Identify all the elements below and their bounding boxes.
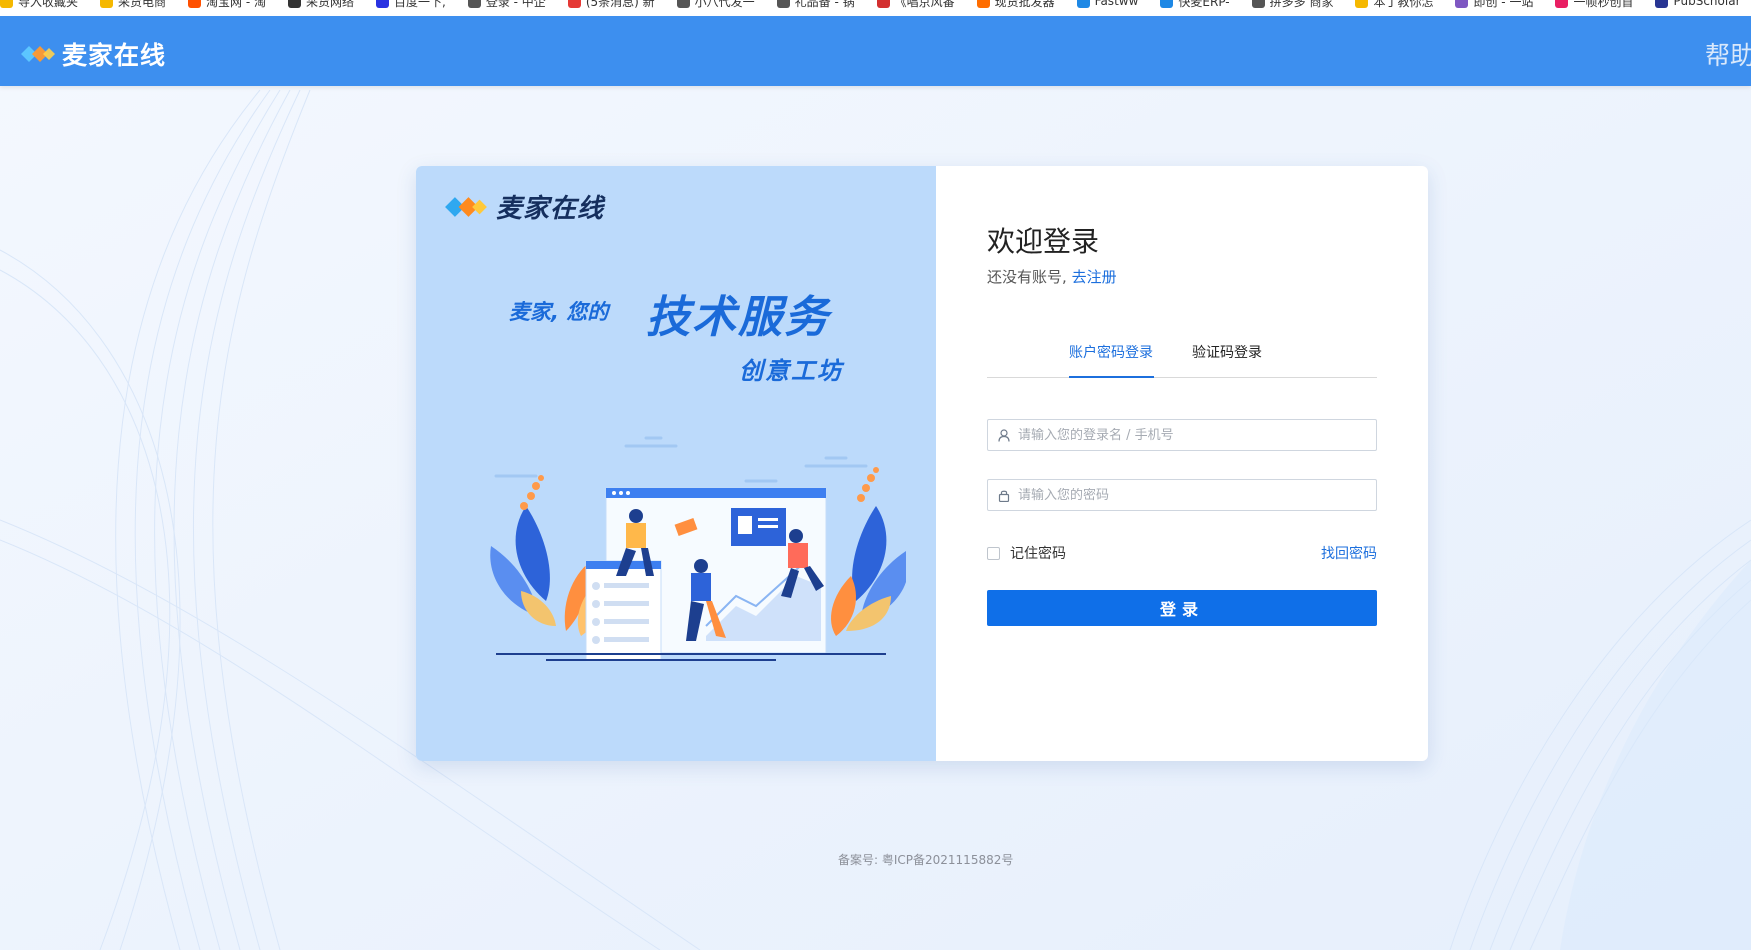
bookmark-label: 采货网络 <box>306 0 355 9</box>
bookmark-label: 拼多多 商家 <box>1269 0 1334 9</box>
bookmark-item[interactable]: 采货电商 <box>100 0 166 9</box>
bookmark-item[interactable]: PubScholar <box>1655 0 1741 9</box>
lock-icon <box>998 490 1010 502</box>
promo-panel: 麦家在线 麦家, 您的 技术服务 创意工坊 <box>416 166 936 761</box>
remember-checkbox[interactable] <box>987 546 1000 560</box>
bookmark-label: 一帧秒创首 <box>1573 0 1634 9</box>
bookmark-label: Fastww <box>1094 0 1139 8</box>
bookmark-favicon-icon <box>1355 0 1369 8</box>
bookmark-favicon-icon <box>1555 0 1569 8</box>
bookmark-item[interactable]: 淘宝网 - 淘 <box>188 0 266 9</box>
bookmark-label: (5条消息) 新 <box>585 0 655 9</box>
bookmark-item[interactable]: 拼多多 商家 <box>1251 0 1334 9</box>
bookmark-item[interactable]: (5条消息) 新 <box>567 0 655 9</box>
bookmark-label: 小八代发一 <box>694 0 755 9</box>
bookmark-favicon-icon <box>976 0 990 8</box>
bookmark-label: 百度一下, <box>394 0 446 9</box>
bookmark-label: 即创 - 一站 <box>1473 0 1534 9</box>
bookmark-item[interactable]: 百度一下, <box>376 0 446 9</box>
bookmarks-bar: 导入收藏夹 采货电商 淘宝网 - 淘 采货网络 百度一下, 登录 - 中企 (5条消息) 新… <box>0 0 1751 16</box>
password-input[interactable] <box>1018 487 1376 503</box>
login-form-panel: 欢迎登录 还没有账号, 去注册 账户密码登录 验证码登录 请输入您的登录名 / … <box>936 166 1428 761</box>
username-input[interactable] <box>1018 427 1376 443</box>
bookmark-item[interactable]: 即创 - 一站 <box>1455 0 1533 9</box>
slogan-small: 麦家, 您的 <box>509 300 609 324</box>
bookmark-favicon-icon <box>0 0 13 8</box>
bookmark-item[interactable]: 小八代发一 <box>676 0 755 9</box>
slogan-big: 技术服务 <box>646 292 830 343</box>
bookmark-favicon-icon <box>676 0 690 8</box>
brand-logo-icon <box>445 196 487 217</box>
bookmark-favicon-icon <box>567 0 581 8</box>
bookmark-favicon-icon <box>376 0 390 8</box>
bookmark-item[interactable]: 登录 - 中企 <box>467 0 546 9</box>
brand-logo-icon <box>21 46 55 62</box>
header-brand-name: 麦家在线 <box>62 41 167 70</box>
no-account-text: 还没有账号, <box>987 268 1067 286</box>
slogan-sub: 创意工坊 <box>739 357 843 385</box>
bookmark-item[interactable]: 现货批发器 <box>976 0 1055 9</box>
login-card: 麦家在线 麦家, 您的 技术服务 创意工坊 欢迎登录 还没有账号, 去注册 账户… <box>416 166 1428 761</box>
login-tabs: 账户密码登录 验证码登录 <box>987 344 1377 378</box>
bookmark-favicon-icon <box>1251 0 1265 8</box>
promo-brand-name: 麦家在线 <box>496 194 605 224</box>
bookmark-item[interactable]: 本丁教你怎 <box>1355 0 1433 9</box>
remember-label: 记住密码 <box>1010 546 1066 562</box>
tab-code-login[interactable]: 验证码登录 <box>1192 344 1262 378</box>
forgot-password-link[interactable]: 找回密码 <box>1321 543 1377 563</box>
bookmark-favicon-icon <box>467 0 481 8</box>
password-field[interactable] <box>987 479 1377 511</box>
remember-password[interactable]: 记住密码 <box>987 543 1066 563</box>
bookmark-favicon-icon <box>776 0 790 8</box>
bookmark-label: 礼品备 - 锅 <box>794 0 855 9</box>
bookmark-label: PubScholar <box>1673 0 1741 8</box>
bookmark-item[interactable]: 《唱京风番 <box>876 0 955 9</box>
bookmark-item[interactable]: Fastww <box>1076 0 1139 9</box>
bookmark-label: 本丁教你怎 <box>1373 0 1434 9</box>
bookmark-favicon-icon <box>876 0 890 8</box>
top-header: 麦家在线 帮助 <box>0 16 1751 86</box>
bookmark-favicon-icon <box>188 0 202 8</box>
bookmark-item[interactable]: 导入收藏夹 <box>0 0 78 9</box>
login-page: 导入收藏夹 采货电商 淘宝网 - 淘 采货网络 百度一下, 登录 - 中企 (5条消息) 新… <box>0 0 1751 950</box>
user-icon <box>998 428 1010 442</box>
bookmark-favicon-icon <box>288 0 301 8</box>
bookmark-item[interactable]: 礼品备 - 锅 <box>776 0 855 9</box>
bookmark-label: 《唱京风番 <box>894 0 955 9</box>
bookmark-favicon-icon <box>1160 0 1174 8</box>
bookmark-label: 淘宝网 - 淘 <box>206 0 266 9</box>
bookmark-label: 快麦ERP- <box>1178 0 1230 9</box>
bookmark-item[interactable]: 一帧秒创首 <box>1555 0 1633 9</box>
bookmark-label: 采货电商 <box>118 0 167 9</box>
bookmark-favicon-icon <box>1655 0 1669 8</box>
header-logo[interactable]: 麦家在线 <box>18 36 166 72</box>
bookmark-favicon-icon <box>100 0 114 8</box>
bookmark-label: 导入收藏夹 <box>18 0 79 9</box>
bookmark-favicon-icon <box>1076 0 1090 8</box>
username-field[interactable] <box>987 419 1377 451</box>
bookmark-item[interactable]: 采货网络 <box>288 0 354 9</box>
bookmark-label: 登录 - 中企 <box>485 0 546 9</box>
tab-password-login[interactable]: 账户密码登录 <box>1069 344 1154 378</box>
bookmark-favicon-icon <box>1455 0 1469 8</box>
icp-record-text[interactable]: 备案号: 粤ICP备2021115882号 <box>838 851 1013 868</box>
login-title: 欢迎登录 <box>987 225 1100 258</box>
help-link[interactable]: 帮助 <box>1705 36 1751 72</box>
bookmark-label: 现货批发器 <box>994 0 1055 9</box>
promo-logo: 麦家在线 <box>440 188 604 225</box>
team-illustration <box>490 436 906 662</box>
register-link[interactable]: 去注册 <box>1072 268 1117 286</box>
bookmark-item[interactable]: 快麦ERP- <box>1160 0 1230 9</box>
register-prompt: 还没有账号, 去注册 <box>987 266 1117 287</box>
login-button[interactable]: 登录 <box>987 590 1377 626</box>
